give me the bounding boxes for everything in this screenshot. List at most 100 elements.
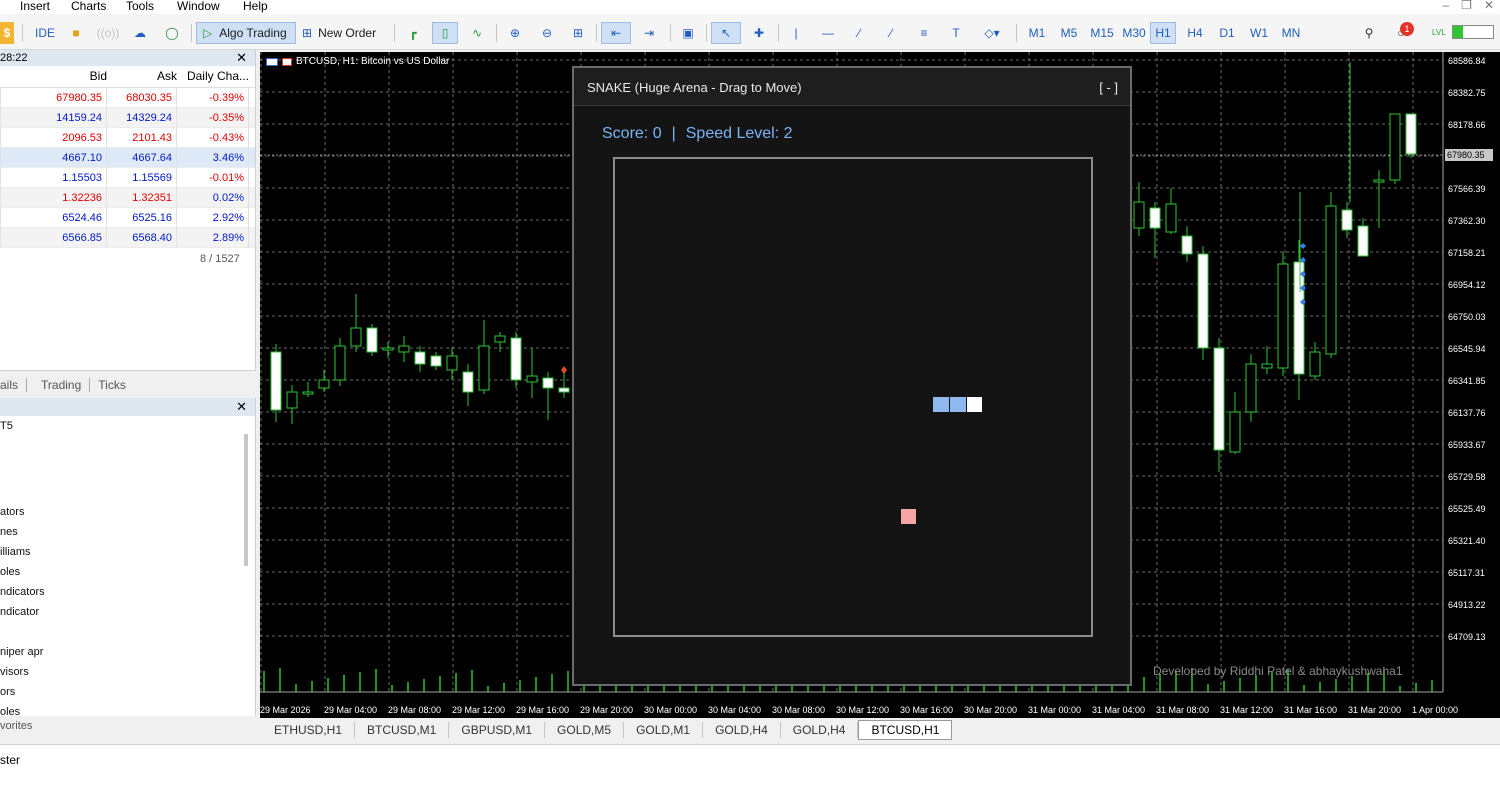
chart-tab[interactable]: GBPUSD,M1 — [449, 722, 546, 738]
tab-trading[interactable]: Trading — [33, 377, 91, 392]
price-label: 68382.75 — [1448, 88, 1486, 98]
cursor-icon[interactable]: ↖ — [711, 22, 741, 44]
candle-body — [1309, 351, 1321, 377]
navigator-item[interactable]: ndicators — [0, 586, 45, 598]
symbol-row[interactable]: 6524.46 6525.16 2.92% — [0, 207, 255, 228]
restore-icon[interactable]: ❐ — [1461, 0, 1472, 12]
crosshair-icon[interactable]: ✚ — [748, 22, 770, 44]
channel-icon[interactable]: ∕ — [880, 22, 902, 44]
menu-tools[interactable]: Tools — [126, 0, 154, 13]
snake-minimize-button[interactable]: [ - ] — [1099, 68, 1118, 108]
speed-level-label: Speed Level: 2 — [685, 125, 793, 142]
time-label: 29 Mar 16:00 — [516, 705, 569, 715]
trendline-icon[interactable]: ∕ — [848, 22, 870, 44]
navigator-item[interactable]: nes — [0, 526, 18, 538]
screenshot-icon[interactable]: ▣ — [676, 22, 700, 44]
grid-icon[interactable]: ⊞ — [567, 22, 589, 44]
cell-ask: 14329.24 — [107, 107, 177, 128]
toolbar: $ IDE ■ ☁ ((o)) ◯ ▷ Algo Trading ⊞ New O… — [0, 14, 1500, 50]
navigator-item[interactable]: ators — [0, 506, 24, 518]
navigator-item[interactable]: ndicator — [0, 606, 39, 618]
snake-title-bar[interactable]: SNAKE (Huge Arena - Drag to Move) — [574, 68, 1130, 106]
price-label: 67362.30 — [1448, 216, 1486, 226]
signal-icon[interactable]: ((o)) — [96, 22, 120, 44]
symbol-row[interactable]: 67980.35 68030.35 -0.39% — [0, 87, 255, 108]
close-icon[interactable]: ✕ — [236, 399, 247, 415]
cell-change: -0.43% — [177, 127, 249, 148]
column-bid[interactable]: Bid — [0, 69, 107, 83]
close-icon[interactable]: ✕ — [1484, 0, 1494, 12]
text-icon[interactable]: T — [946, 22, 966, 44]
vps-icon[interactable]: ◯ — [160, 22, 184, 44]
column-ask[interactable]: Ask — [107, 69, 177, 83]
chart-shift-icon[interactable]: ⇥ — [636, 22, 662, 44]
navigator-item[interactable]: T5 — [0, 420, 13, 432]
dollar-icon[interactable]: $ — [0, 22, 14, 44]
snake-arena[interactable] — [613, 157, 1093, 637]
score-divider: | — [671, 125, 676, 142]
notification-badge: 1 — [1400, 22, 1414, 36]
navigator-item[interactable]: visors — [0, 666, 29, 678]
menu-charts[interactable]: Charts — [71, 0, 106, 13]
chart-tab[interactable]: GOLD,H4 — [781, 722, 859, 738]
autoscroll-icon[interactable]: ⇤ — [601, 22, 631, 44]
chart-tab[interactable]: GOLD,M5 — [545, 722, 625, 738]
timeframe-mn[interactable]: MN — [1278, 22, 1304, 44]
navigator-item[interactable]: illiams — [0, 546, 31, 558]
chart-tab[interactable]: BTCUSD,H1 — [858, 720, 953, 740]
chart-tab[interactable]: GOLD,M1 — [624, 722, 704, 738]
symbol-row[interactable]: 14159.24 14329.24 -0.35% — [0, 107, 255, 128]
timeframe-h4[interactable]: H4 — [1182, 22, 1208, 44]
symbol-row[interactable]: 4667.10 4667.64 3.46% — [0, 147, 255, 168]
zoom-out-icon[interactable]: ⊖ — [536, 22, 558, 44]
navigator-item[interactable]: niper apr — [0, 646, 43, 658]
bag-icon[interactable]: ■ — [66, 22, 86, 44]
search-icon[interactable]: ⚲ — [1358, 22, 1380, 44]
snake-game-panel[interactable]: SNAKE (Huge Arena - Drag to Move) [ - ] … — [572, 66, 1132, 686]
navigator-scrollbar[interactable] — [244, 434, 248, 566]
time-label: 30 Mar 20:00 — [964, 705, 1017, 715]
menu-help[interactable]: Help — [243, 0, 268, 13]
new-order-button[interactable]: ⊞ New Order — [302, 22, 388, 44]
chart-tab[interactable]: BTCUSD,M1 — [355, 722, 450, 738]
column-daily-change[interactable]: Daily Cha... — [177, 69, 249, 83]
close-icon[interactable]: ✕ — [236, 50, 247, 66]
fibonacci-icon[interactable]: ≡ — [913, 22, 935, 44]
tab-ticks[interactable]: Ticks — [90, 378, 134, 392]
time-label: 30 Mar 12:00 — [836, 705, 889, 715]
zoom-in-icon[interactable]: ⊕ — [504, 22, 526, 44]
timeframe-m30[interactable]: M30 — [1118, 22, 1150, 44]
line-chart-icon[interactable]: ∿ — [466, 22, 488, 44]
candle-body — [1373, 179, 1385, 183]
candlestick-icon[interactable]: ▯ — [432, 22, 458, 44]
tab-details[interactable]: ails — [0, 377, 28, 392]
chart-tab[interactable]: ETHUSD,H1 — [262, 722, 356, 738]
symbol-row[interactable]: 2096.53 2101.43 -0.43% — [0, 127, 255, 148]
symbol-row[interactable]: 1.32236 1.32351 0.02% — [0, 187, 255, 208]
timeframe-m1[interactable]: M1 — [1024, 22, 1050, 44]
candle-body — [1341, 209, 1353, 231]
favorites-tab[interactable]: vorites — [0, 716, 256, 744]
symbol-row[interactable]: 1.15503 1.15569 -0.01% — [0, 167, 255, 188]
vertical-line-icon[interactable]: | — [786, 22, 806, 44]
candle-body — [334, 345, 346, 381]
symbol-row[interactable]: 6566.85 6568.40 2.89% — [0, 227, 255, 248]
chart-tab[interactable]: GOLD,H4 — [703, 722, 781, 738]
timeframe-w1[interactable]: W1 — [1246, 22, 1272, 44]
navigator-item[interactable]: ors — [0, 686, 15, 698]
algo-trading-button[interactable]: ▷ Algo Trading — [196, 22, 296, 44]
minimize-icon[interactable]: – — [1442, 0, 1449, 12]
timeframe-m15[interactable]: M15 — [1086, 22, 1118, 44]
cell-change: -0.35% — [177, 107, 249, 128]
shapes-icon[interactable]: ◇▾ — [976, 22, 1008, 44]
navigator-item[interactable]: oles — [0, 566, 20, 578]
timeframe-h1[interactable]: H1 — [1150, 22, 1176, 44]
menu-window[interactable]: Window — [177, 0, 220, 13]
bar-chart-icon[interactable]: ┏ — [402, 22, 424, 44]
ide-button[interactable]: IDE — [30, 22, 60, 44]
cloud-icon[interactable]: ☁ — [128, 22, 152, 44]
horizontal-line-icon[interactable]: — — [817, 22, 839, 44]
timeframe-d1[interactable]: D1 — [1214, 22, 1240, 44]
menu-insert[interactable]: Insert — [20, 0, 50, 13]
timeframe-m5[interactable]: M5 — [1056, 22, 1082, 44]
